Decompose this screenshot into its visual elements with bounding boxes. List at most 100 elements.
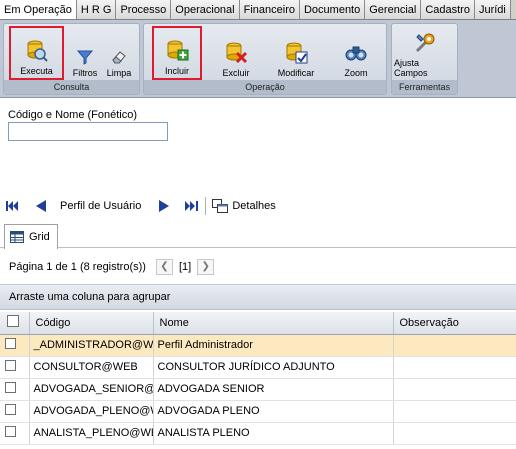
cell-codigo: _ADMINISTRADOR@WEB: [29, 334, 154, 357]
limpa-button[interactable]: Limpa: [104, 26, 134, 80]
tab-operacional[interactable]: Operacional: [171, 0, 240, 19]
search-label: Código e Nome (Fonético): [8, 109, 138, 121]
row-checkbox[interactable]: [5, 360, 16, 371]
tab-grid[interactable]: Grid: [4, 224, 58, 249]
ajusta-campos-label: Ajusta Campos: [394, 58, 428, 78]
row-checkbox[interactable]: [5, 404, 16, 415]
database-edit-icon: [286, 42, 308, 64]
cell-nome: CONSULTOR JURÍDICO ADJUNTO: [153, 356, 394, 379]
row-select-cell[interactable]: [0, 400, 30, 423]
column-header-observacao[interactable]: Observação: [393, 312, 516, 335]
select-all-header[interactable]: [0, 312, 30, 335]
tab-financeiro[interactable]: Financeiro: [239, 0, 300, 19]
modificar-button[interactable]: Modificar: [274, 26, 318, 80]
executa-button[interactable]: Executa: [9, 26, 64, 80]
navigator-label: Perfil de Usuário: [60, 200, 142, 212]
ajusta-campos-button[interactable]: Ajusta Campos: [394, 26, 455, 80]
cell-observacao: [393, 422, 516, 445]
filtros-label: Filtros: [72, 68, 98, 78]
record-navigator: Perfil de Usuário Detalhes: [0, 193, 516, 219]
group-ferramentas-title: Ferramentas: [392, 80, 457, 94]
table-row[interactable]: ADVOGADA_SENIOR@WEB ADVOGADA SENIOR: [0, 378, 516, 401]
row-select-cell[interactable]: [0, 334, 30, 357]
table-header-row: Código Nome Observação: [0, 312, 516, 335]
grid-tab-label: Grid: [29, 231, 50, 243]
group-operacao-title: Operação: [144, 80, 386, 94]
grid-icon: [10, 231, 24, 243]
tab-documento[interactable]: Documento: [299, 0, 366, 19]
cell-codigo: ADVOGADA_PLENO@WEB: [29, 400, 154, 423]
search-panel: Código e Nome (Fonético): [0, 98, 516, 186]
tab-juridico[interactable]: Jurídi: [474, 0, 511, 19]
pager: Página 1 de 1 (8 registro(s)) ❮ [1] ❯: [0, 253, 516, 280]
limpa-label: Limpa: [106, 68, 132, 78]
previous-record-button[interactable]: [34, 199, 48, 213]
ribbon-toolbar: Executa Filtros Limpa Consulta Incluir E…: [0, 20, 516, 98]
cell-observacao: [393, 378, 516, 401]
zoom-label: Zoom: [344, 68, 368, 78]
chevron-right-icon: ❯: [201, 261, 210, 272]
details-icon: [212, 199, 229, 213]
codigo-nome-input[interactable]: [8, 122, 168, 141]
cell-codigo: ANALISTA_PLENO@WEB: [29, 422, 154, 445]
pager-next-button[interactable]: ❯: [197, 258, 215, 275]
detalhes-button[interactable]: Detalhes: [212, 199, 276, 213]
cell-codigo: ADVOGADA_SENIOR@WEB: [29, 378, 154, 401]
cell-observacao: [393, 356, 516, 379]
row-select-cell[interactable]: [0, 378, 30, 401]
group-ferramentas: Ajusta Campos Ferramentas: [391, 23, 458, 95]
row-checkbox[interactable]: [5, 426, 16, 437]
group-consulta: Executa Filtros Limpa Consulta: [3, 23, 140, 95]
excluir-button[interactable]: Excluir: [216, 26, 256, 80]
modificar-label: Modificar: [277, 68, 315, 78]
binoculars-icon: [345, 46, 367, 61]
last-record-button[interactable]: [185, 199, 199, 213]
row-checkbox[interactable]: [5, 338, 16, 349]
database-delete-icon: [226, 42, 248, 64]
table-row[interactable]: ANALISTA_PLENO@WEB ANALISTA PLENO: [0, 422, 516, 445]
eraser-icon: [112, 51, 126, 64]
database-add-icon: [167, 40, 189, 61]
tools-icon: [415, 33, 434, 53]
row-select-cell[interactable]: [0, 422, 30, 445]
cell-nome: ADVOGADA SENIOR: [153, 378, 394, 401]
column-header-nome[interactable]: Nome: [153, 312, 394, 335]
cell-observacao: [393, 400, 516, 423]
first-record-button[interactable]: [6, 199, 20, 213]
view-tabs: Grid: [0, 222, 516, 249]
tab-cadastro[interactable]: Cadastro: [421, 0, 475, 19]
table-row[interactable]: _ADMINISTRADOR@WEB Perfil Administrador: [0, 334, 516, 357]
tab-em-operacao[interactable]: Em Operação: [0, 0, 77, 19]
table-row[interactable]: CONSULTOR@WEB CONSULTOR JURÍDICO ADJUNTO: [0, 356, 516, 379]
zoom-button[interactable]: Zoom: [338, 26, 374, 80]
next-record-button[interactable]: [157, 199, 171, 213]
cell-nome: ADVOGADA PLENO: [153, 400, 394, 423]
tab-gerencial[interactable]: Gerencial: [365, 0, 422, 19]
next-icon: [159, 200, 170, 212]
incluir-button[interactable]: Incluir: [152, 26, 202, 80]
tab-processo[interactable]: Processo: [116, 0, 172, 19]
incluir-label: Incluir: [164, 66, 189, 76]
executa-label: Executa: [20, 66, 53, 76]
table-row[interactable]: ADVOGADA_PLENO@WEB ADVOGADA PLENO: [0, 400, 516, 423]
pager-prev-button[interactable]: ❮: [155, 258, 173, 275]
column-header-codigo[interactable]: Código: [29, 312, 154, 335]
group-consulta-title: Consulta: [4, 80, 139, 94]
filter-icon: [77, 50, 93, 65]
cell-nome: ANALISTA PLENO: [153, 422, 394, 445]
group-by-panel[interactable]: Arraste uma coluna para agrupar: [0, 284, 516, 310]
tab-hrg[interactable]: H R G: [76, 0, 117, 19]
main-menu-tabs: Em Operação H R G Processo Operacional F…: [0, 0, 516, 20]
filtros-button[interactable]: Filtros: [70, 26, 100, 80]
navigator-separator: [205, 197, 207, 215]
pager-current-page[interactable]: [1]: [179, 261, 191, 273]
select-all-checkbox[interactable]: [7, 315, 19, 328]
detalhes-label: Detalhes: [232, 200, 276, 212]
excluir-label: Excluir: [222, 68, 250, 78]
row-checkbox[interactable]: [5, 382, 16, 393]
row-select-cell[interactable]: [0, 356, 30, 379]
database-search-icon: [27, 40, 48, 62]
last-icon: [185, 201, 199, 211]
data-table: Código Nome Observação _ADMINISTRADOR@WE…: [0, 312, 516, 445]
first-icon: [6, 201, 18, 211]
